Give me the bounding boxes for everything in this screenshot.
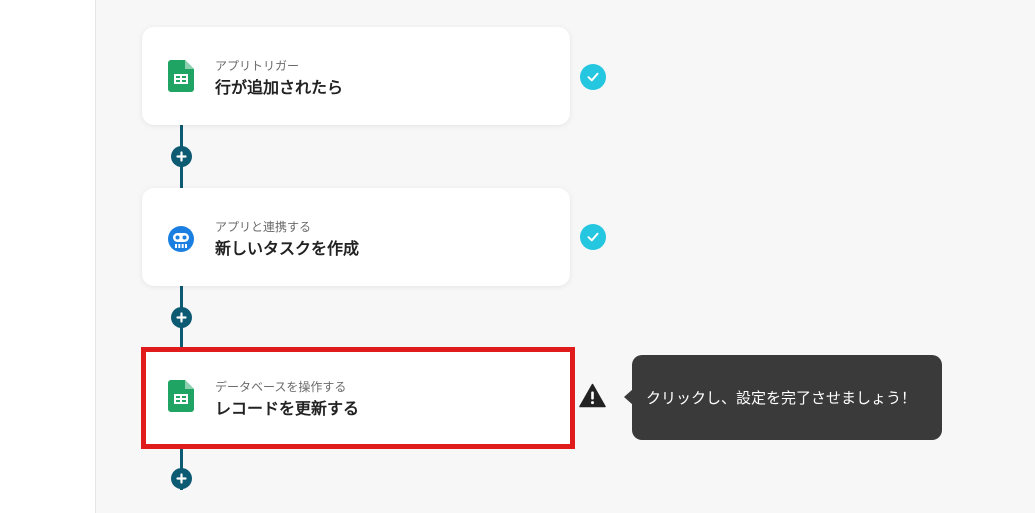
- check-icon: [580, 64, 606, 90]
- flow-step-app-action[interactable]: アプリと連携する 新しいタスクを作成: [142, 188, 570, 286]
- step-action-title: 行が追加されたら: [215, 78, 344, 97]
- add-step-button[interactable]: [171, 307, 192, 328]
- flow-step-database-operation[interactable]: データベースを操作する レコードを更新する: [141, 347, 575, 449]
- plus-icon: [176, 151, 187, 162]
- google-sheets-icon: [168, 380, 194, 412]
- step-category-label: アプリと連携する: [215, 220, 312, 234]
- step-category-label: アプリトリガー: [215, 59, 300, 73]
- plus-icon: [176, 473, 187, 484]
- step-category-label: データベースを操作する: [215, 380, 347, 394]
- step-action-title: 新しいタスクを作成: [215, 239, 360, 258]
- setup-tooltip: クリックし、設定を完了させましょう！: [632, 355, 942, 440]
- tooltip-text: クリックし、設定を完了させましょう！: [646, 389, 917, 407]
- add-step-button[interactable]: [171, 468, 192, 489]
- plus-icon: [176, 312, 187, 323]
- check-icon: [580, 224, 606, 250]
- add-step-button[interactable]: [171, 146, 192, 167]
- warning-icon: [579, 383, 606, 408]
- left-panel: [0, 0, 96, 513]
- step-action-title: レコードを更新する: [215, 399, 360, 418]
- robot-app-icon: [167, 225, 195, 253]
- flow-step-trigger[interactable]: アプリトリガー 行が追加されたら: [142, 27, 570, 125]
- google-sheets-icon: [168, 60, 194, 92]
